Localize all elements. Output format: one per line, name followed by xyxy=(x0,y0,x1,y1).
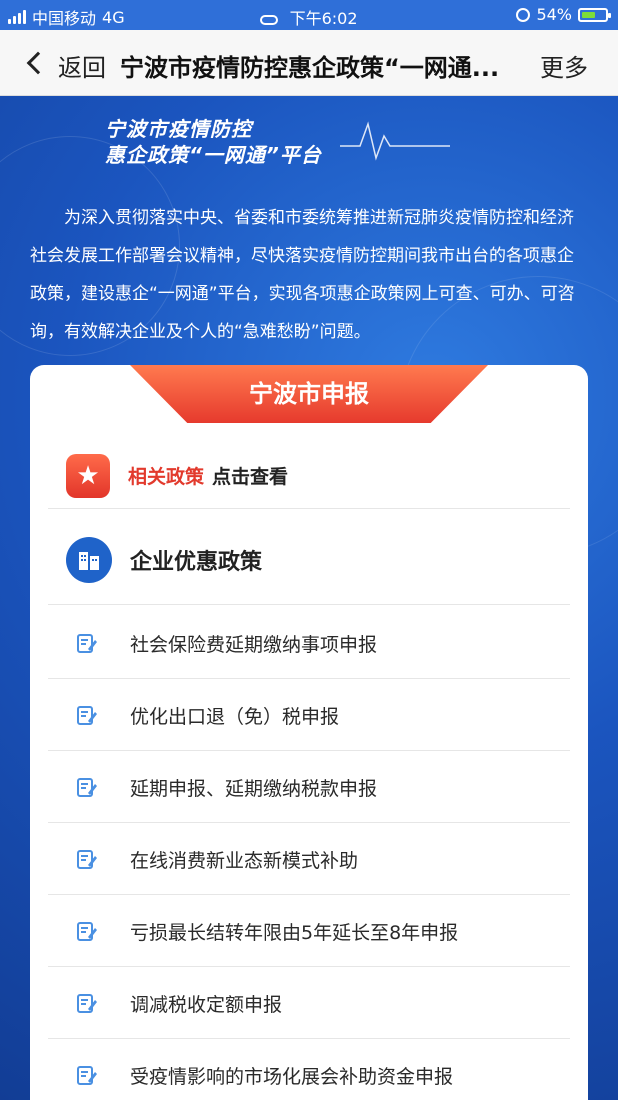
list-item[interactable]: 社会保险费延期缴纳事项申报 xyxy=(48,608,570,679)
list-item[interactable]: 调减税收定额申报 xyxy=(48,968,570,1039)
star-icon: ★ xyxy=(66,453,110,498)
battery-fill xyxy=(582,11,595,18)
list-item-label: 亏损最长结转年限由5年延长至8年申报 xyxy=(130,921,459,944)
list-item[interactable]: 优化出口退（免）税申报 xyxy=(48,680,570,751)
card-header-label: 宁波市申报 xyxy=(249,380,369,408)
battery-icon xyxy=(578,7,611,22)
policy-link-text: 点击查看 xyxy=(212,466,289,488)
list-item-label: 受疫情影响的市场化展会补助资金申报 xyxy=(130,1065,454,1088)
card-header: 宁波市申报 xyxy=(130,365,488,423)
banner-title-line1: 宁波市疫情防控 xyxy=(105,117,252,141)
edit-form-icon xyxy=(77,994,97,1013)
edit-form-icon xyxy=(77,922,97,941)
status-right: 54% xyxy=(516,5,611,24)
status-bar: 中国移动 4G 下午6:02 54% xyxy=(0,0,618,30)
edit-form-icon xyxy=(77,850,97,869)
status-time: 下午6:02 xyxy=(289,9,358,28)
more-button[interactable]: 更多 xyxy=(540,48,588,83)
section-header: 企业优惠政策 xyxy=(48,515,570,605)
edit-form-icon xyxy=(77,1066,97,1085)
chevron-left-icon xyxy=(26,51,50,75)
battery-percent: 54% xyxy=(536,5,572,24)
edit-form-icon xyxy=(77,634,97,653)
nav-bar: 返回 宁波市疫情防控惠企政策“一网通... 更多 xyxy=(0,30,618,96)
banner-title: 宁波市疫情防控 惠企政策“一网通”平台 xyxy=(105,116,322,168)
list-item-label: 在线消费新业态新模式补助 xyxy=(130,849,359,872)
list-item-label: 延期申报、延期缴纳税款申报 xyxy=(130,777,378,800)
declaration-card: 宁波市申报 ★ 相关政策 点击查看 企业优惠政策 社会保险费延期缴纳事项申报 优化… xyxy=(30,365,588,1100)
page-title: 宁波市疫情防控惠企政策“一网通... xyxy=(120,54,500,82)
list-item-label: 社会保险费延期缴纳事项申报 xyxy=(130,633,378,656)
list-item-label: 优化出口退（免）税申报 xyxy=(130,705,340,728)
banner-intro: 为深入贯彻落实中央、省委和市委统筹推进新冠肺炎疫情防控和经济社会发展工作部署会议… xyxy=(30,208,575,342)
building-icon xyxy=(66,536,112,583)
list-item-label: 调减税收定额申报 xyxy=(130,993,283,1016)
list-item[interactable]: 受疫情影响的市场化展会补助资金申报 xyxy=(48,1040,570,1100)
list-item[interactable]: 在线消费新业态新模式补助 xyxy=(48,824,570,895)
edit-form-icon xyxy=(77,706,97,725)
back-label: 返回 xyxy=(58,54,106,82)
policy-link-row[interactable]: ★ 相关政策 点击查看 xyxy=(48,443,570,509)
heartbeat-icon xyxy=(340,121,450,161)
list-item[interactable]: 延期申报、延期缴纳税款申报 xyxy=(48,752,570,823)
rotation-lock-icon xyxy=(516,7,531,22)
section-title: 企业优惠政策 xyxy=(130,549,263,575)
list-item[interactable]: 亏损最长结转年限由5年延长至8年申报 xyxy=(48,896,570,967)
link-icon xyxy=(260,14,279,25)
edit-form-icon xyxy=(77,778,97,797)
policy-link-highlight: 相关政策 xyxy=(128,466,205,488)
banner-title-line2: 惠企政策“一网通”平台 xyxy=(105,143,322,167)
